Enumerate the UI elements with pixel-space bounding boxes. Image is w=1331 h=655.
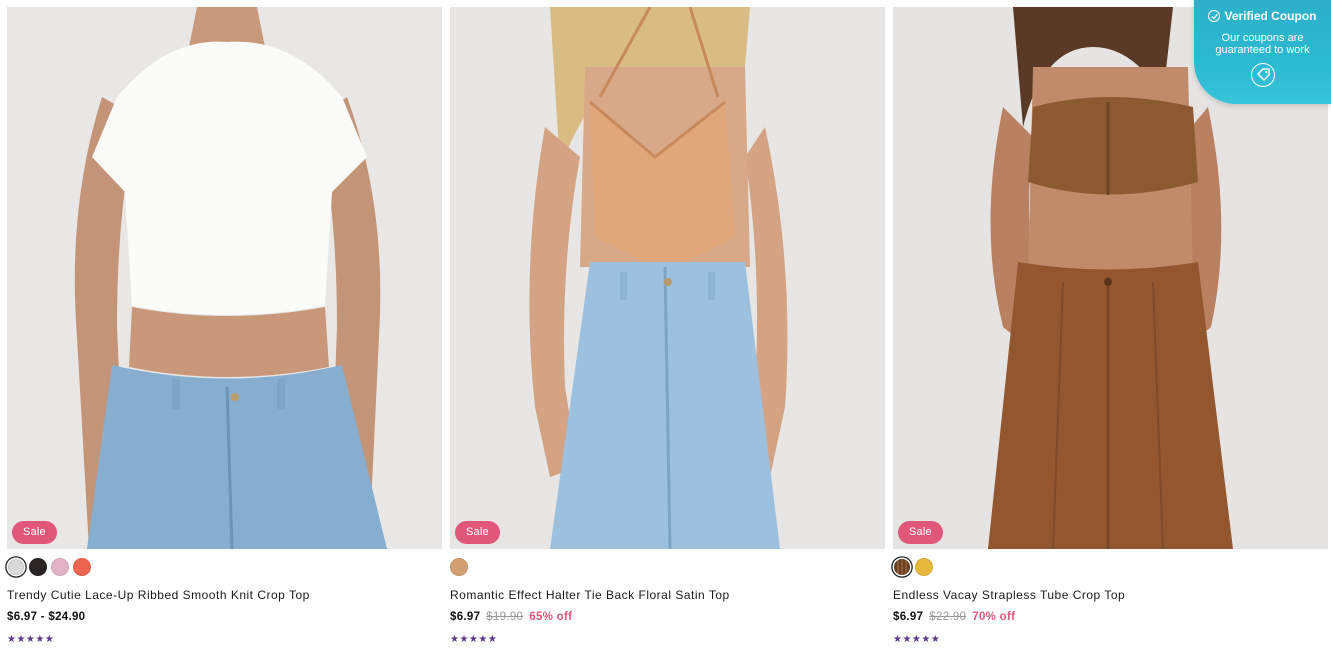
rating-stars: ★★★★★	[7, 634, 55, 645]
color-swatch[interactable]	[73, 558, 91, 576]
color-swatch[interactable]	[915, 558, 933, 576]
original-price: $19.90	[486, 611, 524, 623]
verified-coupon-widget[interactable]: Verified Coupon Our coupons are guarante…	[1194, 0, 1331, 104]
price-row: $6.97 - $24.90	[7, 611, 85, 623]
color-swatch[interactable]	[51, 558, 69, 576]
price-row: $6.97 $19.90 65% off	[450, 611, 572, 623]
product-title[interactable]: Endless Vacay Strapless Tube Crop Top	[893, 588, 1125, 602]
color-swatches	[893, 558, 933, 578]
original-price: $22.90	[929, 611, 967, 623]
color-swatch[interactable]	[894, 559, 910, 575]
rating-stars: ★★★★★	[893, 634, 941, 645]
sale-badge: Sale	[455, 521, 500, 544]
color-swatches	[450, 558, 468, 578]
coupon-title: Verified Coupon	[1224, 9, 1317, 23]
product-image[interactable]	[450, 7, 885, 549]
sale-price: $6.97	[450, 611, 481, 623]
rating-stars: ★★★★★	[450, 634, 498, 645]
sale-badge: Sale	[898, 521, 943, 544]
product-card[interactable]: Sale Romantic Effect Halter Tie Back Flo…	[450, 7, 885, 655]
price-row: $6.97 $22.90 70% off	[893, 611, 1015, 623]
tag-icon[interactable]	[1250, 63, 1275, 87]
color-swatches	[7, 558, 91, 578]
color-swatch[interactable]	[8, 559, 24, 575]
color-swatch[interactable]	[450, 558, 468, 576]
product-image[interactable]	[7, 7, 442, 549]
product-title[interactable]: Trendy Cutie Lace-Up Ribbed Smooth Knit …	[7, 588, 310, 602]
discount-label: 70% off	[972, 611, 1016, 623]
product-title[interactable]: Romantic Effect Halter Tie Back Floral S…	[450, 588, 730, 602]
coupon-subtitle: Our coupons are guaranteed to work	[1215, 32, 1310, 56]
check-circle-icon	[1208, 10, 1221, 22]
product-grid: Sale Trendy Cutie Lace-Up Ribbed Smooth …	[7, 7, 1328, 655]
coupon-header: Verified Coupon	[1194, 9, 1331, 23]
product-card[interactable]: Sale Endless Vacay Strapless Tube Crop T…	[893, 7, 1328, 655]
sale-badge: Sale	[12, 521, 57, 544]
sale-price: $6.97	[893, 611, 924, 623]
color-swatch[interactable]	[29, 558, 47, 576]
product-card[interactable]: Sale Trendy Cutie Lace-Up Ribbed Smooth …	[7, 7, 442, 655]
sale-price: $6.97 - $24.90	[7, 611, 86, 623]
discount-label: 65% off	[529, 611, 573, 623]
